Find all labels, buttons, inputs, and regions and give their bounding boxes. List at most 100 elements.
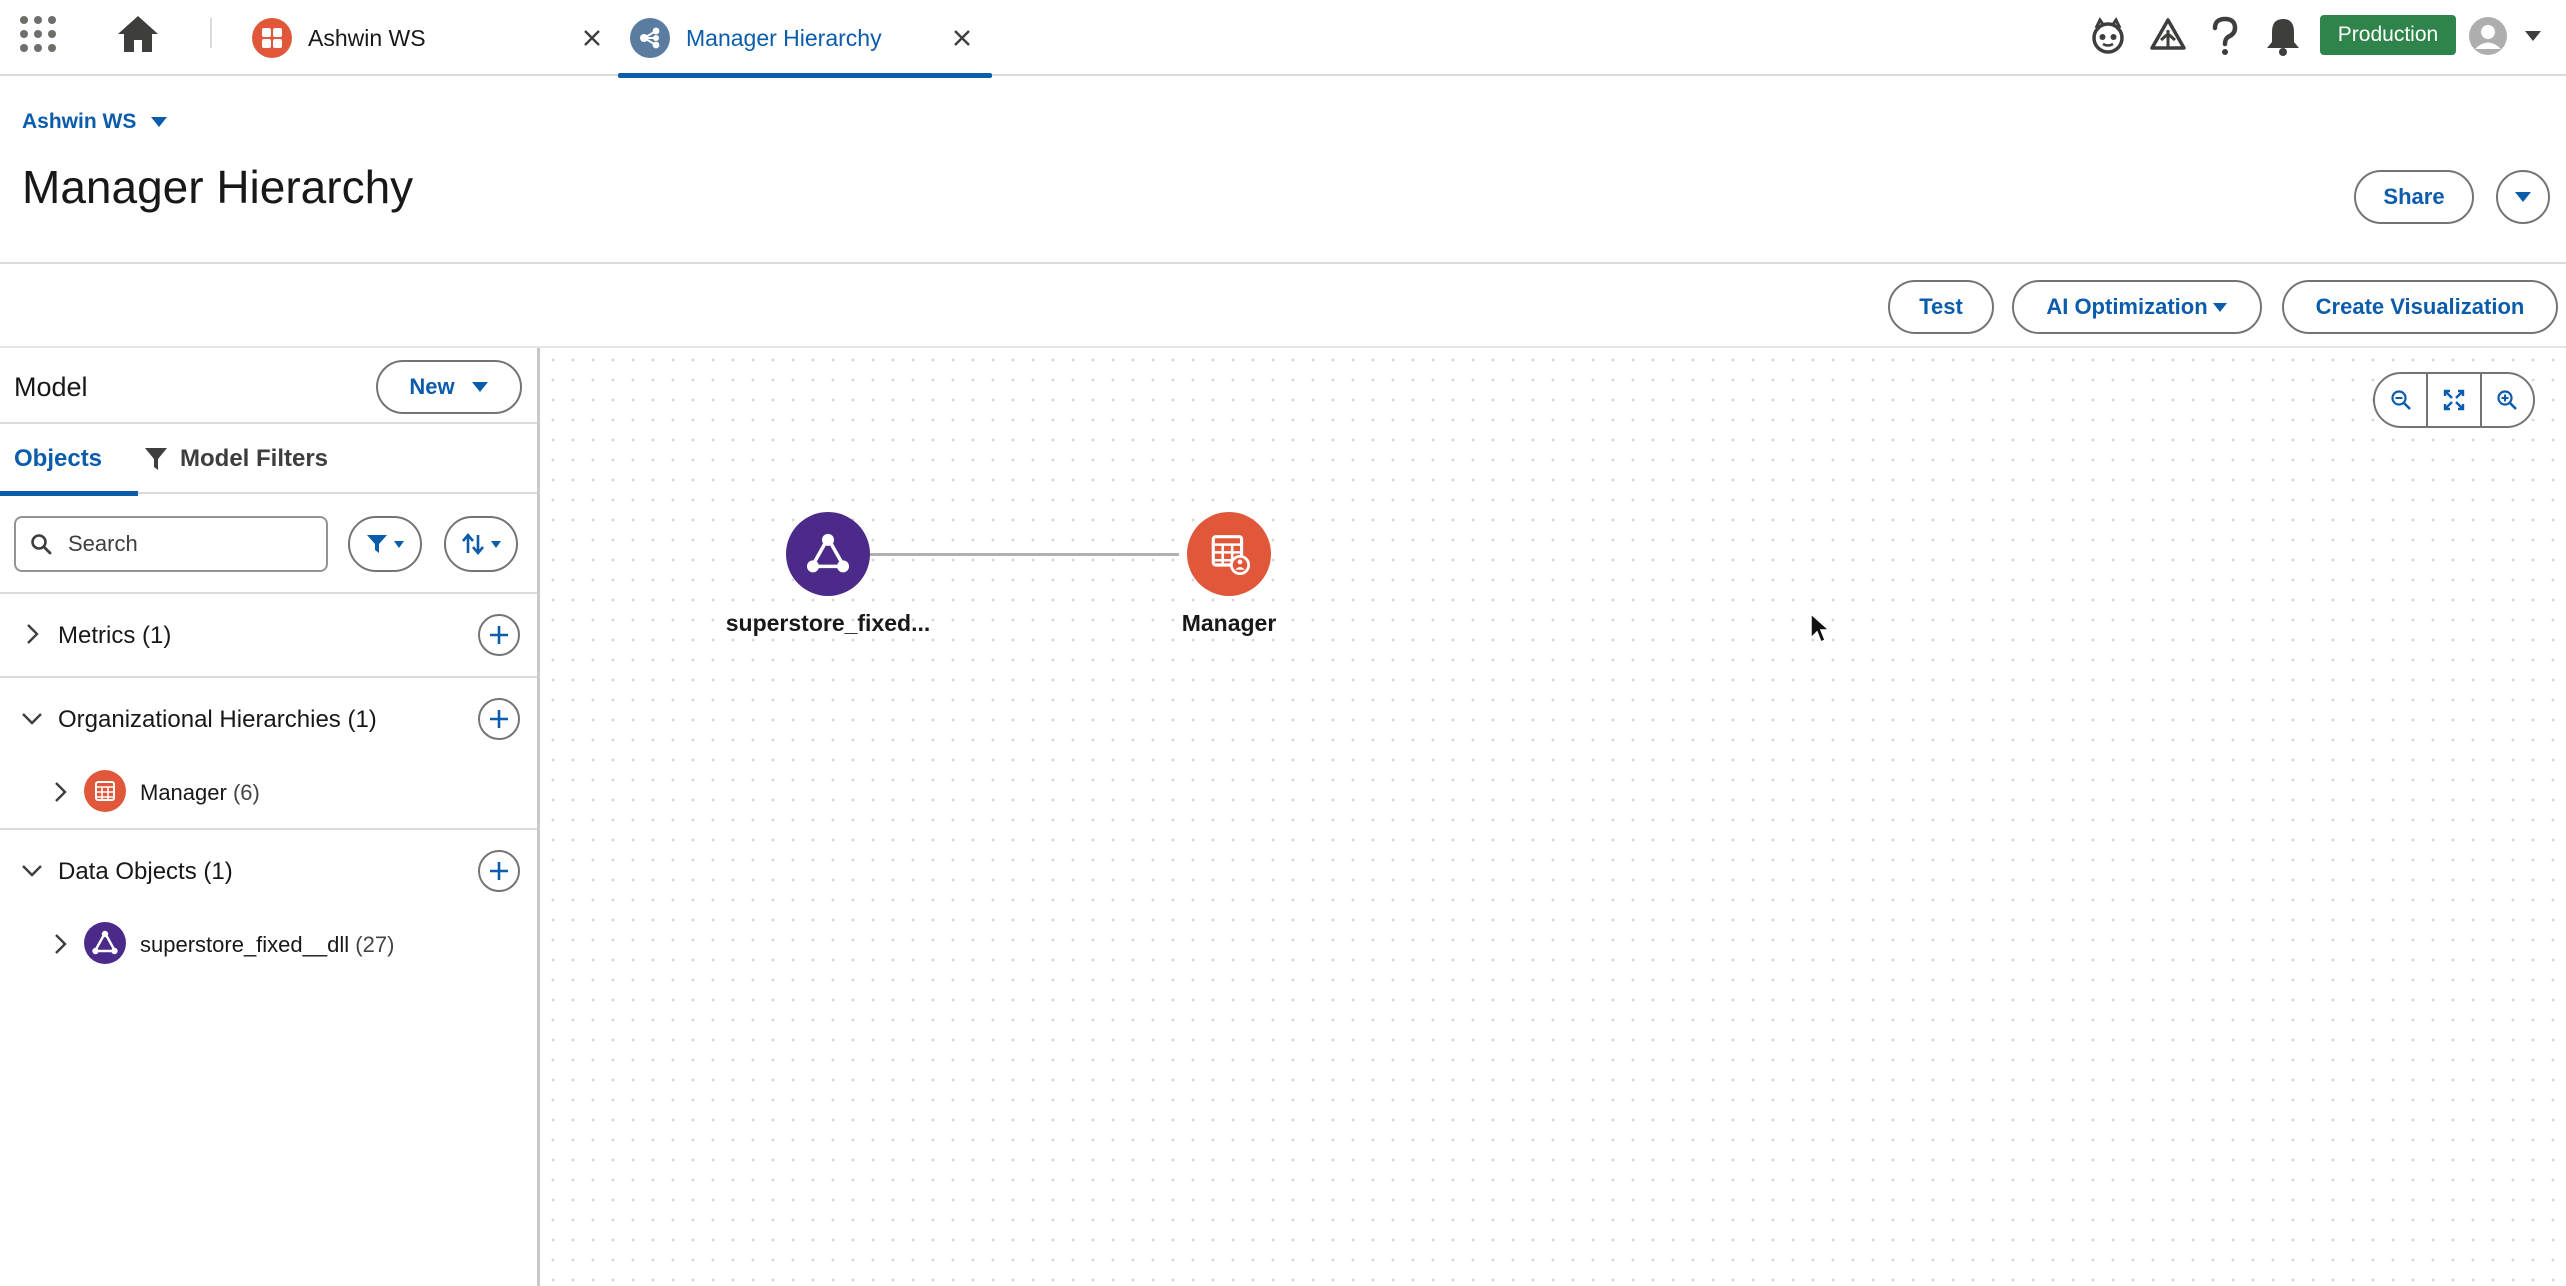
list-item-superstore[interactable]: superstore_fixed__dll (27) (0, 912, 537, 976)
section-data-objects: Data Objects (1) superstore_fixed__dll (… (0, 830, 537, 982)
chevron-right-icon[interactable] (48, 780, 72, 804)
model-toolbar: Test AI Optimization Create Visualizatio… (0, 266, 2566, 348)
chevron-right-icon (27, 624, 39, 644)
object-field-count: (27) (355, 932, 395, 957)
tab-label: Ashwin WS (308, 24, 426, 51)
chevron-down-icon (394, 540, 404, 548)
fit-screen-icon (2443, 389, 2465, 411)
list-item-manager[interactable]: Manager (6) (0, 760, 537, 824)
mouse-cursor-icon (1809, 612, 1831, 649)
sort-icon (462, 532, 484, 556)
section-org-header[interactable]: Organizational Hierarchies (1) (0, 678, 537, 762)
workspace-switcher[interactable]: Ashwin WS (22, 110, 168, 134)
test-button[interactable]: Test (1888, 280, 1994, 334)
hierarchy-table-icon (1187, 512, 1271, 596)
search-input[interactable] (68, 531, 308, 557)
tab-objects[interactable]: Objects (0, 424, 138, 496)
section-label: Data Objects (1) (58, 858, 233, 885)
agent-icon[interactable] (2084, 12, 2132, 60)
object-search-row (0, 494, 537, 594)
chevron-right-icon[interactable] (48, 932, 72, 956)
new-button-label: New (409, 374, 455, 399)
canvas-node-superstore[interactable]: superstore_fixed... (718, 512, 938, 637)
trailhead-icon[interactable] (2144, 12, 2192, 60)
add-data-object-button[interactable] (478, 850, 520, 892)
chevron-down-icon[interactable] (2516, 12, 2550, 60)
tab-model-filters-label: Model Filters (180, 445, 329, 472)
chevron-down-icon (491, 540, 501, 548)
share-button[interactable]: Share (2354, 170, 2474, 224)
node-label: Manager (1181, 610, 1277, 636)
page-header: Ashwin WS Manager Hierarchy Share (0, 78, 2566, 264)
chevron-down-icon (2212, 302, 2227, 312)
workspace-name: Ashwin WS (22, 110, 137, 133)
section-label: Metrics (1) (58, 622, 172, 649)
fit-to-screen-button[interactable] (2428, 374, 2482, 426)
object-label: Manager (6) (140, 780, 260, 806)
home-icon[interactable] (114, 12, 162, 56)
zoom-out-icon (2391, 390, 2411, 410)
data-object-icon (84, 922, 126, 964)
tab-objects-label: Objects (14, 445, 103, 472)
sort-objects-button[interactable] (444, 516, 518, 572)
section-label: Organizational Hierarchies (1) (58, 706, 377, 733)
tab-model-filters[interactable]: Model Filters (144, 424, 328, 494)
chevron-down-icon (22, 713, 42, 725)
section-metrics: Metrics (1) (0, 594, 537, 678)
plus-icon (490, 862, 508, 880)
plus-icon (490, 710, 508, 728)
tab-separator (210, 18, 212, 48)
environment-badge: Production (2320, 15, 2456, 55)
zoom-controls (2373, 372, 2535, 428)
filter-objects-button[interactable] (348, 516, 422, 572)
filter-icon (145, 448, 167, 470)
search-box (14, 516, 328, 572)
object-field-count: (6) (232, 780, 260, 805)
chevron-down-icon (22, 865, 42, 877)
create-visualization-button[interactable]: Create Visualization (2282, 280, 2558, 334)
object-label: superstore_fixed__dll (27) (140, 932, 394, 958)
model-panel: Model New Objects Model Filters Search M… (0, 348, 540, 1286)
avatar-icon[interactable] (2466, 12, 2510, 60)
zoom-in-icon (2497, 390, 2518, 410)
app-launcher-icon[interactable] (18, 14, 58, 54)
canvas-node-manager[interactable]: Manager (1119, 512, 1339, 637)
workspace-icon (252, 18, 292, 58)
tab-ashwin-ws[interactable]: Ashwin WS (252, 0, 612, 76)
search-icon (31, 534, 52, 555)
tab-manager-hierarchy[interactable]: Manager Hierarchy (618, 0, 992, 78)
filter-icon (367, 535, 387, 553)
zoom-in-button[interactable] (2482, 374, 2533, 426)
add-hierarchy-button[interactable] (478, 698, 520, 740)
model-panel-header: Model New (0, 348, 537, 424)
semantic-model-icon (630, 18, 670, 58)
object-name: superstore_fixed__dll (140, 932, 350, 957)
page-title: Manager Hierarchy (22, 161, 414, 213)
section-organizational-hierarchies: Organizational Hierarchies (1) Manager (… (0, 678, 537, 830)
section-data-objects-header[interactable]: Data Objects (1) (0, 830, 537, 914)
object-name: Manager (140, 780, 227, 805)
model-panel-tabs: Objects Model Filters (0, 424, 537, 496)
model-canvas[interactable]: superstore_fixed... Manager (543, 350, 2566, 1286)
section-metrics-header[interactable]: Metrics (1) (0, 594, 537, 678)
ai-optimization-button[interactable]: AI Optimization (2012, 280, 2262, 334)
chevron-down-icon (471, 382, 488, 392)
data-object-icon (786, 512, 870, 596)
new-button[interactable]: New (376, 360, 522, 414)
chevron-down-icon (2515, 192, 2531, 202)
model-panel-title: Model (14, 372, 88, 402)
add-metric-button[interactable] (478, 614, 520, 656)
close-icon[interactable] (944, 20, 980, 56)
zoom-out-button[interactable] (2375, 374, 2429, 426)
node-label: superstore_fixed... (725, 610, 931, 636)
global-tab-bar: Ashwin WS Manager Hierarchy Production (0, 0, 2566, 78)
chevron-down-icon (150, 110, 168, 134)
hierarchy-table-icon (84, 770, 126, 812)
tab-label: Manager Hierarchy (686, 24, 882, 51)
notifications-bell-icon[interactable] (2260, 12, 2306, 60)
more-actions-button[interactable] (2496, 170, 2550, 224)
plus-icon (490, 626, 508, 644)
help-icon[interactable] (2202, 12, 2248, 60)
ai-optimization-label: AI Optimization (2046, 294, 2208, 319)
close-icon[interactable] (574, 20, 610, 56)
